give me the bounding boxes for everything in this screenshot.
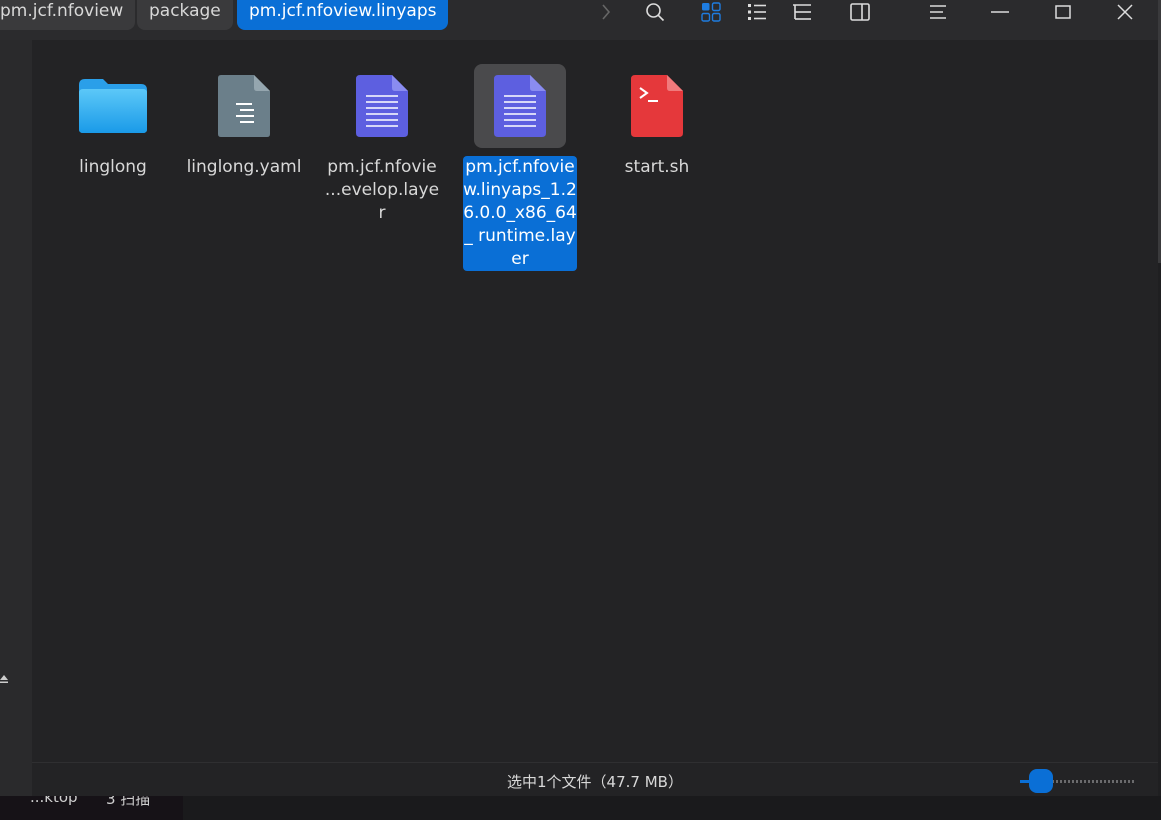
file-name: pm.jcf.nfovie ...evelop.layer (324, 157, 440, 223)
file-manager-window: pm.jcf.nfoview package pm.jcf.nfoview.li… (0, 0, 1158, 796)
taskbar-item[interactable]: 3 扫描 (106, 796, 150, 809)
search-icon[interactable] (638, 0, 672, 24)
layer-file-icon (336, 64, 428, 148)
file-view: linglong linglong.yaml pm.jcf.nfovie ...… (32, 40, 1158, 762)
file-item-start-sh[interactable]: start.sh (597, 64, 717, 179)
breadcrumb-item-nfoview[interactable]: pm.jcf.nfoview (0, 0, 136, 30)
zoom-slider[interactable] (1020, 769, 1136, 793)
taskbar-item[interactable]: ...ktop (30, 796, 78, 806)
file-item-runtime-layer[interactable]: pm.jcf.nfovie w.linyaps_1.2 6.0.0_x86_64… (460, 64, 580, 271)
sidebar (0, 40, 32, 796)
minimize-icon[interactable] (983, 0, 1017, 24)
file-name-selected: pm.jcf.nfovie w.linyaps_1.2 6.0.0_x86_64… (463, 156, 577, 271)
eject-icon[interactable] (0, 669, 8, 683)
taskbar: ...ktop 3 扫描 (0, 796, 183, 820)
close-icon[interactable] (1108, 0, 1142, 24)
list-view-icon[interactable] (740, 0, 774, 24)
status-bar: 选中1个文件（47.7 MB） (32, 762, 1158, 796)
tree-view-icon[interactable] (785, 0, 819, 24)
breadcrumb-item-package[interactable]: package (137, 0, 233, 30)
detail-panel-icon[interactable] (843, 0, 877, 24)
title-bar: pm.jcf.nfoview package pm.jcf.nfoview.li… (0, 0, 1158, 40)
folder-icon (67, 64, 159, 148)
chevron-right-icon[interactable] (589, 0, 623, 24)
shell-script-icon (611, 64, 703, 148)
file-name: linglong (79, 157, 147, 177)
file-item-linglong-yaml[interactable]: linglong.yaml (184, 64, 304, 179)
file-name: start.sh (624, 157, 690, 177)
file-item-linglong[interactable]: linglong (53, 64, 173, 179)
file-item-develop-layer[interactable]: pm.jcf.nfovie ...evelop.layer (322, 64, 442, 225)
zoom-slider-thumb[interactable] (1029, 769, 1053, 793)
layer-file-icon (474, 64, 566, 148)
selection-status: 选中1个文件（47.7 MB） (507, 773, 683, 791)
desktop-background (183, 796, 1161, 820)
breadcrumb-item-linyaps[interactable]: pm.jcf.nfoview.linyaps (237, 0, 449, 30)
yaml-file-icon (198, 64, 290, 148)
icon-view-icon[interactable] (694, 0, 728, 24)
maximize-icon[interactable] (1046, 0, 1080, 24)
file-name: linglong.yaml (186, 157, 302, 177)
menu-icon[interactable] (921, 0, 955, 24)
